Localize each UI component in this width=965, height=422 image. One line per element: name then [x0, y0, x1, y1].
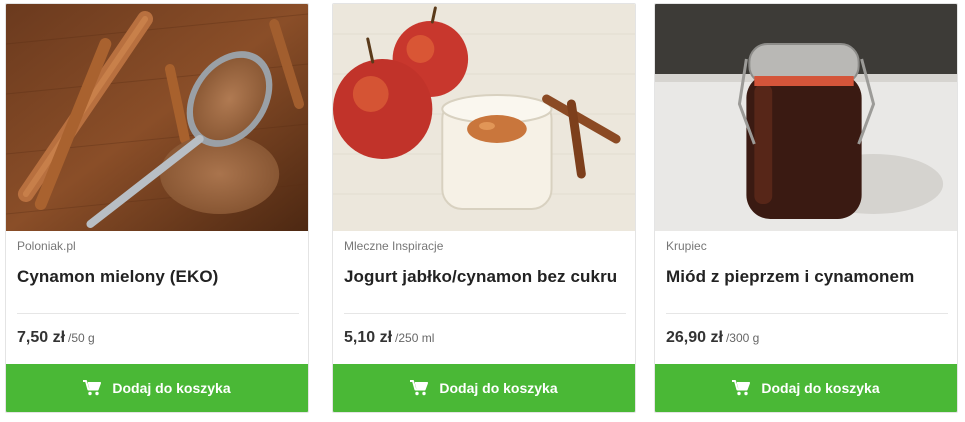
product-image-cinnamon[interactable] [6, 4, 308, 231]
divider [666, 313, 948, 314]
add-to-cart-button[interactable]: Dodaj do koszyka [655, 364, 957, 412]
product-unit: /250 ml [395, 331, 435, 345]
product-title[interactable]: Cynamon mielony (EKO) [17, 266, 297, 288]
vendor-name[interactable]: Poloniak.pl [17, 239, 297, 253]
price-row: 5,10 zł/250 ml [344, 328, 434, 348]
add-to-cart-button[interactable]: Dodaj do koszyka [6, 364, 308, 412]
price-row: 7,50 zł/50 g [17, 328, 95, 348]
vendor-name[interactable]: Krupiec [666, 239, 946, 253]
product-card[interactable]: Krupiec Miód z pieprzem i cynamonem 26,9… [654, 3, 958, 413]
add-to-cart-label: Dodaj do koszyka [439, 380, 558, 396]
product-price: 26,90 zł [666, 329, 723, 346]
product-price: 5,10 zł [344, 329, 393, 346]
add-to-cart-label: Dodaj do koszyka [112, 380, 231, 396]
shopping-cart-icon [410, 380, 429, 396]
product-card[interactable]: Poloniak.pl Cynamon mielony (EKO) 7,50 z… [5, 3, 309, 413]
product-unit: /50 g [68, 331, 95, 345]
divider [344, 313, 626, 314]
product-title[interactable]: Miód z pieprzem i cynamonem [666, 266, 946, 288]
add-to-cart-label: Dodaj do koszyka [761, 380, 880, 396]
product-info: Poloniak.pl Cynamon mielony (EKO) 7,50 z… [6, 231, 308, 365]
divider [17, 313, 299, 314]
product-info: Mleczne Inspiracje Jogurt jabłko/cynamon… [333, 231, 635, 365]
product-card[interactable]: Mleczne Inspiracje Jogurt jabłko/cynamon… [332, 3, 636, 413]
product-price: 7,50 zł [17, 329, 66, 346]
shopping-cart-icon [732, 380, 751, 396]
product-image-yogurt[interactable] [333, 4, 635, 231]
add-to-cart-button[interactable]: Dodaj do koszyka [333, 364, 635, 412]
product-grid: Poloniak.pl Cynamon mielony (EKO) 7,50 z… [0, 0, 965, 422]
product-info: Krupiec Miód z pieprzem i cynamonem 26,9… [655, 231, 957, 365]
product-image-honey[interactable] [655, 4, 957, 231]
price-row: 26,90 zł/300 g [666, 328, 759, 348]
product-title[interactable]: Jogurt jabłko/cynamon bez cukru [344, 266, 624, 288]
product-unit: /300 g [725, 331, 760, 345]
vendor-name[interactable]: Mleczne Inspiracje [344, 239, 624, 253]
shopping-cart-icon [83, 380, 102, 396]
